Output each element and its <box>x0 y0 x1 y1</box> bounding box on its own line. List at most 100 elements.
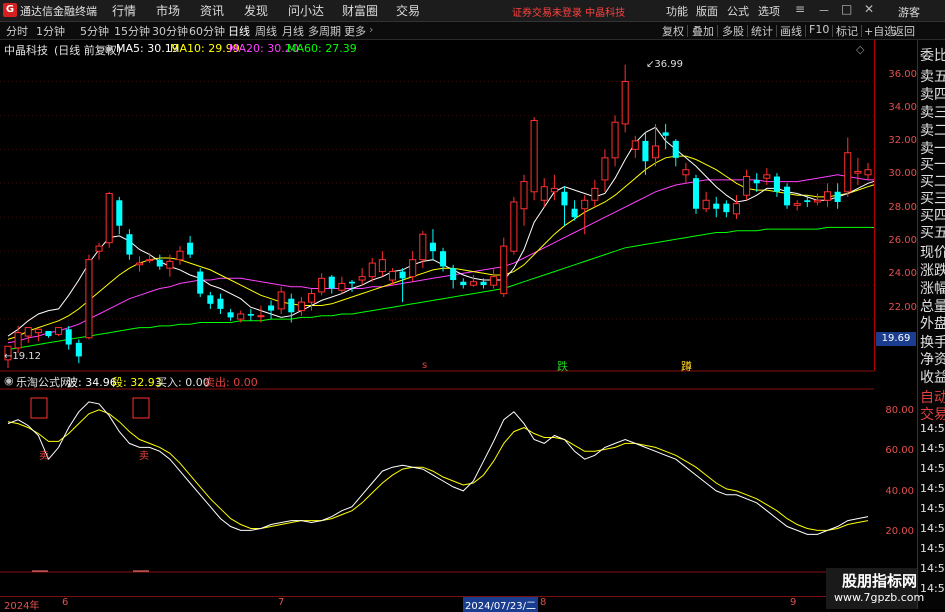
candle-body <box>611 121 619 159</box>
watermark: 股朋指标网 www.7gpzb.com <box>826 568 924 609</box>
tool-back[interactable]: 返回 <box>893 23 915 38</box>
period-weekly[interactable]: 周线 <box>255 23 277 39</box>
candle-body <box>743 176 751 196</box>
candle-body <box>126 234 133 255</box>
candle-body <box>642 140 649 162</box>
tool-overlay[interactable]: 叠加 <box>692 23 714 38</box>
tick-time: 14:56 <box>920 482 945 495</box>
candle-body <box>591 187 599 201</box>
candle-body <box>135 262 144 266</box>
candle-body <box>490 276 498 286</box>
kline-chart[interactable] <box>0 40 874 596</box>
candle-body <box>784 186 791 206</box>
ma60-label: MA60: 27.39 <box>287 42 357 55</box>
candle-body <box>45 330 52 337</box>
quote-label: 现价 <box>920 245 945 261</box>
candle-body <box>268 305 275 311</box>
candle-body <box>672 140 679 158</box>
candle-body <box>358 276 366 281</box>
stock-name: 中晶科技 <box>4 44 48 57</box>
low-price-label: ←19.12 <box>4 351 42 362</box>
user-label[interactable]: 游客 <box>898 4 920 20</box>
menu-news[interactable]: 资讯 <box>200 2 224 19</box>
quote-label: 卖五 <box>920 69 945 85</box>
indicator-settings-icon[interactable]: ◉ <box>104 42 114 55</box>
divider <box>776 25 777 37</box>
candle-body <box>723 203 730 213</box>
tool-f10[interactable]: F10 <box>809 23 829 38</box>
tool-draw[interactable]: 画线 <box>780 23 802 38</box>
candle-body <box>450 268 457 281</box>
tool-stats[interactable]: 统计 <box>751 23 773 38</box>
menu-options[interactable]: 选项 <box>758 3 780 19</box>
period-more[interactable]: 更多 <box>344 23 366 39</box>
signal-squat: 蹲 <box>681 360 692 373</box>
tick-time: 14:56 <box>920 502 945 515</box>
menu-formula[interactable]: 公式 <box>727 3 749 19</box>
period-60min[interactable]: 60分钟 <box>189 23 225 39</box>
app-logo-icon: G <box>3 3 17 17</box>
menu-wealth[interactable]: 财富圈 <box>342 2 378 19</box>
menu-assistant[interactable]: 问小达 <box>288 2 324 19</box>
divider <box>747 25 748 37</box>
period-30min[interactable]: 30分钟 <box>152 23 188 39</box>
maximize-icon[interactable]: □ <box>841 2 852 16</box>
candle-body <box>834 191 841 202</box>
menu-layout[interactable]: 版面 <box>696 3 718 19</box>
indicator-sell: 卖出: 0.00 <box>204 376 258 389</box>
period-1min[interactable]: 1分钟 <box>36 23 65 39</box>
trade-label[interactable]: 交易 <box>920 404 945 424</box>
candle-body <box>318 277 326 293</box>
candle-body <box>581 199 589 210</box>
tool-mark[interactable]: 标记 <box>836 23 858 38</box>
candle-body <box>105 192 113 244</box>
candle-body <box>247 313 254 316</box>
candle-body <box>388 271 397 281</box>
candle-body <box>378 259 386 273</box>
period-monthly[interactable]: 月线 <box>282 23 304 39</box>
candle-body <box>561 191 568 206</box>
menu-market[interactable]: 市场 <box>156 2 180 19</box>
close-icon[interactable]: ✕ <box>864 2 874 16</box>
menu-discover[interactable]: 发现 <box>244 2 268 19</box>
candle-body <box>460 281 467 286</box>
candle-body <box>338 282 346 291</box>
period-daily[interactable]: 日线 <box>228 23 250 39</box>
candle-body <box>257 315 265 318</box>
indicator-seg: 段: 32.93 <box>112 376 162 389</box>
candle-body <box>763 174 771 179</box>
candle-body <box>328 276 335 289</box>
candle-body <box>307 293 316 303</box>
more-arrow-icon[interactable]: › <box>369 23 373 36</box>
period-15min[interactable]: 15分钟 <box>114 23 150 39</box>
period-5min[interactable]: 5分钟 <box>80 23 109 39</box>
minimize-icon[interactable]: － <box>818 2 830 19</box>
period-intraday[interactable]: 分时 <box>6 23 28 39</box>
tick-time: 14:56 <box>920 422 945 435</box>
candle-body <box>520 181 528 210</box>
candle-body <box>116 200 123 226</box>
expand-icon[interactable]: ◇ <box>856 43 864 56</box>
divider <box>717 25 718 37</box>
candle-body <box>713 203 720 209</box>
candle-body <box>702 199 710 210</box>
candle-body <box>793 203 801 206</box>
menu-trade[interactable]: 交易 <box>396 2 420 19</box>
menu-function[interactable]: 功能 <box>666 3 688 19</box>
candle-body <box>14 332 22 349</box>
candle-body <box>95 245 103 252</box>
menu-quotes[interactable]: 行情 <box>112 2 136 19</box>
menu-icon[interactable]: ≡ <box>795 2 805 16</box>
login-notice[interactable]: 证券交易未登录 中晶科技 <box>512 4 625 19</box>
candle-body <box>419 233 427 261</box>
time-label: 7 <box>278 597 285 608</box>
quote-label: 卖四 <box>920 87 945 103</box>
quote-label: 净资 <box>920 352 945 368</box>
candle-body <box>24 327 32 337</box>
candle-body <box>217 298 224 309</box>
tool-adjust[interactable]: 复权 <box>662 23 684 38</box>
sell-box <box>30 397 48 419</box>
indicator-settings-icon[interactable]: ◉ <box>4 374 14 387</box>
tool-multi-stock[interactable]: 多股 <box>722 23 744 38</box>
period-multi[interactable]: 多周期 <box>308 23 341 39</box>
